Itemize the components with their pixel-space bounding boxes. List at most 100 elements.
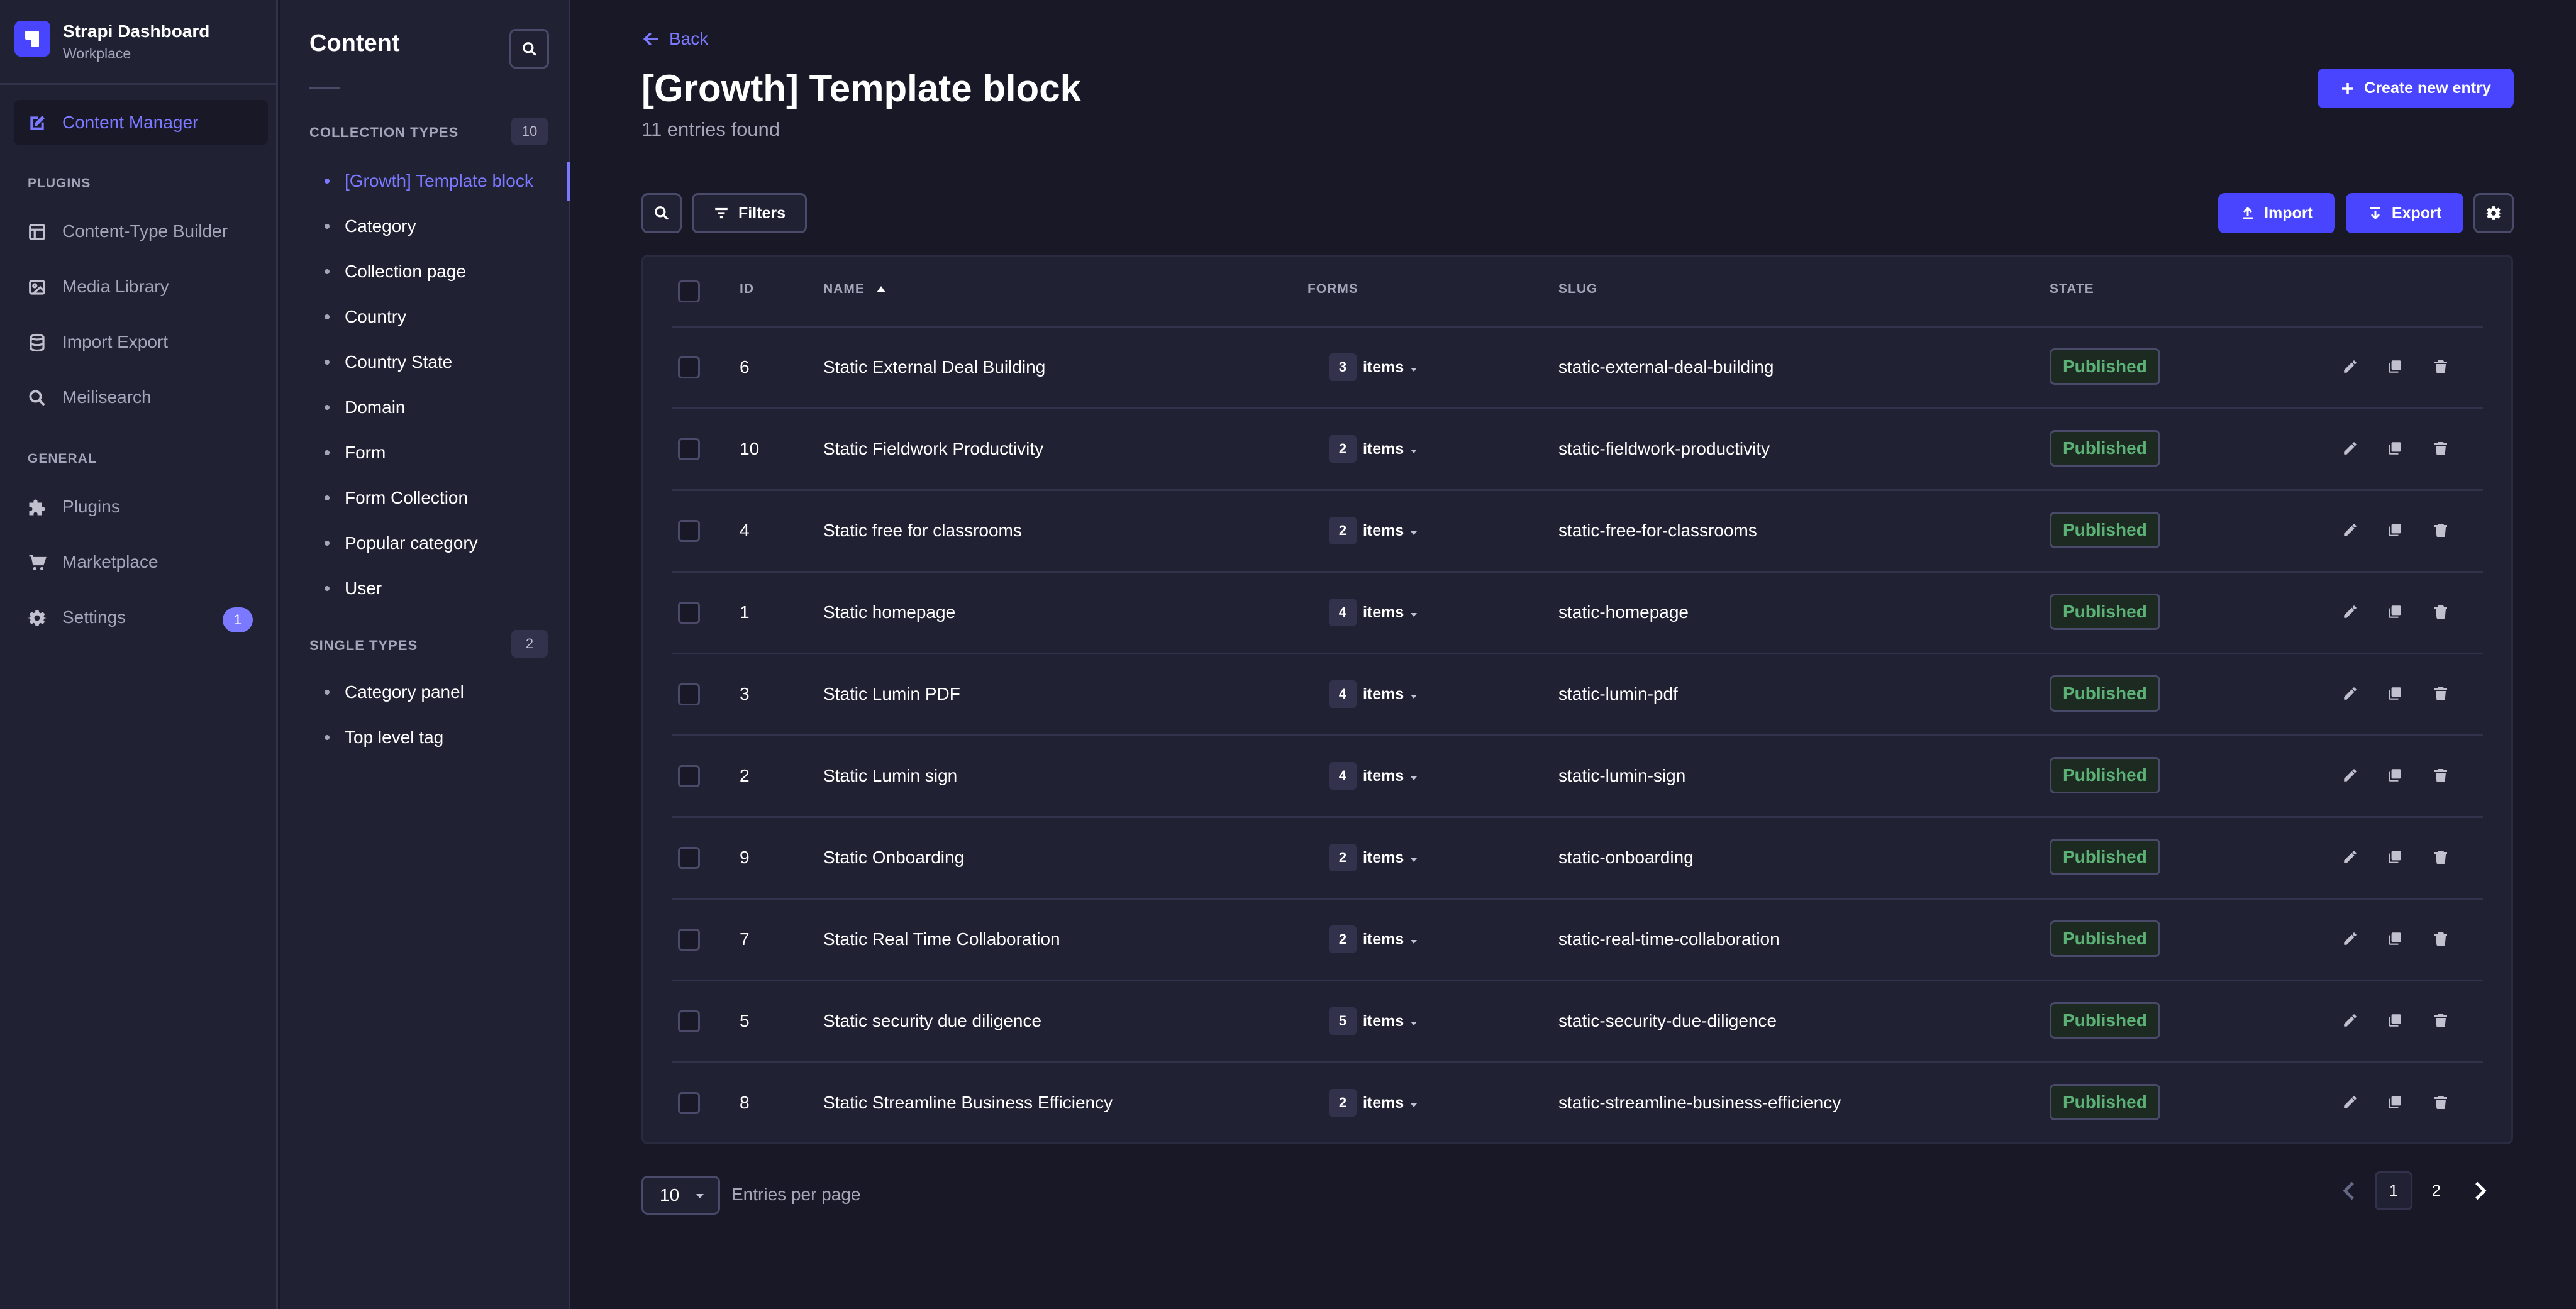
duplicate-icon[interactable]	[2382, 763, 2407, 788]
nav-item-import-export[interactable]: Import Export	[14, 319, 268, 365]
trash-icon[interactable]	[2428, 844, 2453, 870]
trash-icon[interactable]	[2428, 517, 2453, 543]
export-button[interactable]: Export	[2346, 193, 2463, 233]
page-2-button[interactable]: 2	[2418, 1171, 2455, 1210]
nav-item-content-type-builder[interactable]: Content-Type Builder	[14, 209, 268, 254]
duplicate-icon[interactable]	[2382, 1008, 2407, 1033]
duplicate-icon[interactable]	[2382, 681, 2407, 706]
row-forms-dropdown[interactable]: 4 items	[1329, 599, 1418, 626]
pencil-icon[interactable]	[2338, 1008, 2363, 1033]
subnav-item[interactable]: Domain	[309, 388, 569, 427]
pencil-icon[interactable]	[2338, 517, 2363, 543]
row-forms-dropdown[interactable]: 2 items	[1329, 517, 1418, 544]
subnav-item[interactable]: [Growth] Template block	[309, 162, 570, 201]
row-checkbox[interactable]	[678, 438, 700, 460]
create-new-entry-button[interactable]: Create new entry	[2318, 69, 2514, 108]
row-checkbox[interactable]	[678, 765, 700, 787]
trash-icon[interactable]	[2428, 1090, 2453, 1115]
cart-icon	[27, 553, 47, 573]
duplicate-icon[interactable]	[2382, 354, 2407, 379]
column-header-id[interactable]: ID	[740, 282, 754, 297]
table-settings-button[interactable]	[2473, 193, 2514, 233]
pencil-icon[interactable]	[2338, 354, 2363, 379]
row-checkbox[interactable]	[678, 520, 700, 542]
row-forms-dropdown[interactable]: 2 items	[1329, 435, 1418, 463]
filters-button[interactable]: Filters	[692, 193, 807, 233]
row-id: 2	[740, 766, 750, 785]
chevron-right-icon	[2475, 1181, 2487, 1200]
duplicate-icon[interactable]	[2382, 844, 2407, 870]
subnav-item[interactable]: Country State	[309, 343, 569, 382]
pencil-icon[interactable]	[2338, 1090, 2363, 1115]
trash-icon[interactable]	[2428, 436, 2453, 461]
subnav-item[interactable]: Collection page	[309, 252, 569, 291]
subnav-item[interactable]: Form Collection	[309, 478, 569, 517]
column-header-state: STATE	[2050, 282, 2094, 296]
subnav-item[interactable]: Form	[309, 433, 569, 472]
row-checkbox[interactable]	[678, 602, 700, 624]
trash-icon[interactable]	[2428, 763, 2453, 788]
bullet-icon	[325, 224, 330, 229]
nav-item-media-library[interactable]: Media Library	[14, 264, 268, 309]
duplicate-icon[interactable]	[2382, 1090, 2407, 1115]
previous-page-button[interactable]	[2330, 1171, 2368, 1210]
pencil-icon[interactable]	[2338, 681, 2363, 706]
row-forms-dropdown[interactable]: 2 items	[1329, 925, 1418, 953]
row-forms-dropdown[interactable]: 4 items	[1329, 680, 1418, 708]
nav-item-meilisearch[interactable]: Meilisearch	[14, 375, 268, 420]
row-checkbox[interactable]	[678, 683, 700, 705]
duplicate-icon[interactable]	[2382, 436, 2407, 461]
row-checkbox[interactable]	[678, 356, 700, 378]
row-checkbox[interactable]	[678, 1010, 700, 1032]
brand-title: Strapi Dashboard	[63, 21, 210, 41]
nav-item-content-manager[interactable]: Content Manager	[14, 100, 268, 145]
trash-icon[interactable]	[2428, 926, 2453, 951]
select-all-checkbox[interactable]	[678, 280, 700, 302]
subnav-item[interactable]: Country	[309, 297, 569, 336]
row-checkbox[interactable]	[678, 847, 700, 869]
collection-types-heading: COLLECTION TYPES	[309, 124, 459, 140]
next-page-button[interactable]	[2462, 1171, 2499, 1210]
row-forms-dropdown[interactable]: 2 items	[1329, 844, 1418, 871]
status-badge: Published	[2050, 839, 2160, 875]
duplicate-icon[interactable]	[2382, 599, 2407, 624]
trash-icon[interactable]	[2428, 599, 2453, 624]
row-checkbox[interactable]	[678, 929, 700, 951]
subnav-item[interactable]: User	[309, 569, 569, 608]
pen-square-icon	[27, 113, 47, 133]
pencil-icon[interactable]	[2338, 844, 2363, 870]
row-forms-dropdown[interactable]: 5 items	[1329, 1007, 1418, 1035]
trash-icon[interactable]	[2428, 354, 2453, 379]
duplicate-icon[interactable]	[2382, 926, 2407, 951]
bullet-icon	[325, 405, 330, 410]
nav-item-plugins[interactable]: Plugins	[14, 484, 268, 529]
pencil-icon[interactable]	[2338, 599, 2363, 624]
row-forms-dropdown[interactable]: 4 items	[1329, 762, 1418, 790]
subnav-item[interactable]: Top level tag	[309, 718, 569, 757]
pencil-icon[interactable]	[2338, 436, 2363, 461]
pencil-icon[interactable]	[2338, 763, 2363, 788]
row-forms-dropdown[interactable]: 3 items	[1329, 353, 1418, 381]
pencil-icon[interactable]	[2338, 926, 2363, 951]
column-header-name[interactable]: NAME	[823, 282, 886, 297]
row-checkbox[interactable]	[678, 1092, 700, 1114]
subnav-item[interactable]: Category panel	[309, 673, 569, 712]
nav-item-settings[interactable]: Settings 1	[14, 595, 268, 640]
status-badge: Published	[2050, 594, 2160, 630]
subnav-search-button[interactable]	[509, 29, 549, 69]
page-1-button[interactable]: 1	[2375, 1171, 2412, 1210]
strapi-logo	[14, 21, 50, 57]
subnav-item[interactable]: Category	[309, 207, 569, 246]
row-forms-dropdown[interactable]: 2 items	[1329, 1089, 1418, 1117]
trash-icon[interactable]	[2428, 1008, 2453, 1033]
trash-icon[interactable]	[2428, 681, 2453, 706]
import-button[interactable]: Import	[2218, 193, 2335, 233]
back-link[interactable]: Back	[641, 29, 708, 49]
duplicate-icon[interactable]	[2382, 517, 2407, 543]
entries-per-page-select[interactable]: 10	[641, 1176, 720, 1215]
brand-header[interactable]: Strapi Dashboard Workplace	[0, 0, 278, 85]
nav-item-marketplace[interactable]: Marketplace	[14, 539, 268, 585]
column-header-slug[interactable]: SLUG	[1558, 282, 1597, 297]
subnav-item[interactable]: Popular category	[309, 524, 569, 563]
table-search-button[interactable]	[641, 193, 682, 233]
